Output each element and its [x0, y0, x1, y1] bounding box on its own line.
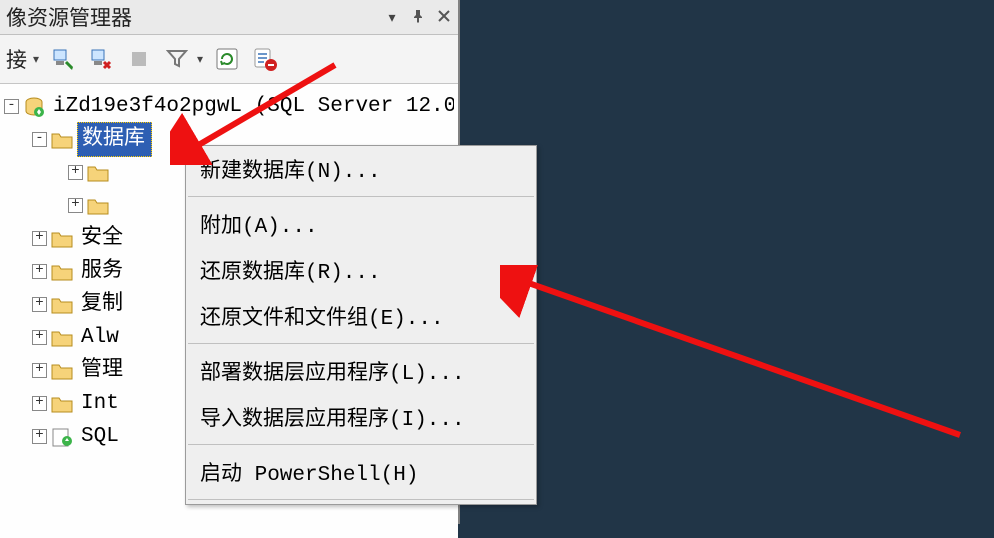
menu-separator	[188, 343, 534, 344]
server-label: iZd19e3f4o2pgwL (SQL Server 12.0.20	[49, 90, 454, 124]
chevron-down-icon[interactable]: ▾	[197, 52, 203, 66]
tree-item-label: 服务	[77, 255, 127, 289]
expand-icon[interactable]: +	[32, 363, 47, 378]
menu-attach[interactable]: 附加(A)...	[186, 201, 536, 247]
expand-icon[interactable]: +	[32, 429, 47, 444]
folder-icon	[51, 294, 73, 316]
menu-separator	[188, 196, 534, 197]
tree-item-label: 复制	[77, 288, 127, 322]
server-icon	[23, 96, 45, 118]
dropdown-icon[interactable]: ▾	[384, 9, 400, 25]
tree-item-label: Alw	[77, 321, 123, 355]
menu-new-database[interactable]: 新建数据库(N)...	[186, 146, 536, 192]
menu-deploy-data-tier[interactable]: 部署数据层应用程序(L)...	[186, 348, 536, 394]
menu-separator	[188, 444, 534, 445]
expand-icon[interactable]: +	[32, 264, 47, 279]
context-menu: 新建数据库(N)... 附加(A)... 还原数据库(R)... 还原文件和文件…	[185, 145, 537, 505]
expand-icon[interactable]: +	[32, 297, 47, 312]
folder-icon	[51, 393, 73, 415]
script-error-icon[interactable]	[251, 45, 279, 73]
chevron-down-icon[interactable]: ▾	[33, 52, 39, 66]
stop-icon[interactable]	[125, 45, 153, 73]
tree-item-label: 安全	[77, 222, 127, 256]
expand-icon[interactable]: +	[68, 165, 83, 180]
expand-icon[interactable]: +	[32, 396, 47, 411]
folder-icon	[51, 228, 73, 250]
menu-separator	[188, 499, 534, 500]
databases-label: 数据库	[77, 122, 152, 158]
connect-server-icon[interactable]	[49, 45, 77, 73]
folder-icon	[87, 195, 109, 217]
tree-server-node[interactable]: - iZd19e3f4o2pgwL (SQL Server 12.0.20	[4, 90, 454, 123]
tree-item-label: 管理	[77, 354, 127, 388]
collapse-icon[interactable]: -	[4, 99, 19, 114]
menu-start-powershell[interactable]: 启动 PowerShell(H)	[186, 449, 536, 495]
tree-item-label: Int	[77, 387, 123, 421]
folder-icon	[51, 261, 73, 283]
disconnect-server-icon[interactable]	[87, 45, 115, 73]
expand-icon[interactable]: +	[32, 330, 47, 345]
panel-titlebar: 像资源管理器 ▾	[0, 0, 458, 35]
pin-icon[interactable]	[410, 9, 426, 25]
panel-title: 像资源管理器	[6, 2, 384, 32]
expand-icon[interactable]: +	[32, 231, 47, 246]
connect-dropdown[interactable]: 接	[6, 44, 27, 74]
expand-icon[interactable]: +	[68, 198, 83, 213]
toolbar: 接 ▾ ▾	[0, 35, 458, 84]
sql-agent-icon	[51, 426, 73, 448]
annotation-arrow-2	[500, 265, 980, 465]
menu-restore-database[interactable]: 还原数据库(R)...	[186, 247, 536, 293]
close-icon[interactable]	[436, 9, 452, 25]
folder-icon	[51, 327, 73, 349]
refresh-icon[interactable]	[213, 45, 241, 73]
folder-icon	[51, 129, 73, 151]
tree-item-label: SQL	[77, 420, 123, 454]
folder-icon	[51, 360, 73, 382]
collapse-icon[interactable]: -	[32, 132, 47, 147]
menu-import-data-tier[interactable]: 导入数据层应用程序(I)...	[186, 394, 536, 440]
menu-restore-files[interactable]: 还原文件和文件组(E)...	[186, 293, 536, 339]
filter-icon[interactable]	[163, 45, 191, 73]
folder-icon	[87, 162, 109, 184]
